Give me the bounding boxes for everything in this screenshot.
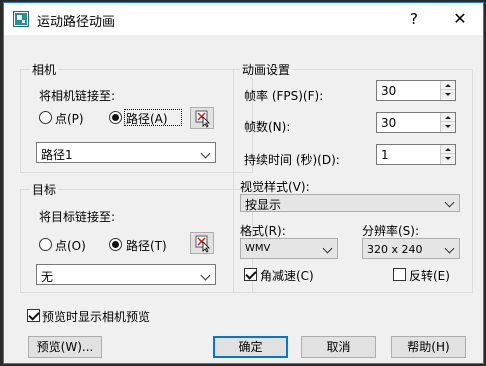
fps-value: 30 [381,84,397,98]
animation-settings-label: 动画设置 [240,61,293,78]
fps-stepper[interactable]: 30 [376,80,456,101]
camera-path-radio[interactable] [109,111,122,124]
camera-point-label[interactable]: 点(P) [55,110,84,127]
frames-value: 30 [381,116,397,130]
resolution-select[interactable]: 320 x 240 [362,238,460,259]
camera-link-label: 将相机链接至: [39,89,116,103]
pick-path-icon [195,110,210,128]
target-path-value: 无 [41,270,54,284]
format-label: 格式(R): [240,224,286,238]
preview-camera-label[interactable]: 预览时显示相机预览 [42,308,150,325]
dialog-window: 运动路径动画 ? ✕ 相机 将相机链接至: 点(P) 路径(A) 路径1 目标 … [3,2,484,364]
preview-button[interactable]: 预览(W)... [28,336,102,358]
chevron-down-icon [322,243,333,254]
duration-value: 1 [381,148,389,162]
chevron-down-icon [200,148,211,159]
close-icon[interactable]: ✕ [437,3,483,35]
target-link-label: 将目标链接至: [39,210,116,224]
frames-up-button[interactable] [441,113,455,122]
target-group-label: 目标 [30,181,59,198]
frames-down-button[interactable] [441,122,455,131]
help-icon[interactable]: ? [391,3,437,35]
pick-path-icon [195,235,210,253]
resolution-value: 320 x 240 [367,243,423,256]
window-title: 运动路径动画 [37,15,116,30]
target-point-label[interactable]: 点(O) [55,237,86,254]
visual-style-label: 视觉样式(V): [240,180,310,194]
resolution-label: 分辨率(S): [362,224,420,238]
camera-point-radio[interactable] [39,111,52,124]
format-select[interactable]: WMV [240,238,338,259]
chevron-down-icon [444,243,455,254]
camera-path-label[interactable]: 路径(A) [126,110,168,127]
fps-down-button[interactable] [441,90,455,99]
camera-pick-button[interactable] [190,107,214,129]
cancel-button[interactable]: 取消 [301,336,376,358]
camera-path-select[interactable]: 路径1 [36,142,216,163]
target-point-radio[interactable] [39,238,52,251]
fps-label: 帧率 (FPS)(F): [244,89,324,103]
help-button[interactable]: 帮助(H) [391,336,466,358]
frames-stepper[interactable]: 30 [376,112,456,133]
fps-up-button[interactable] [441,81,455,90]
duration-stepper[interactable]: 1 [376,144,456,165]
duration-down-button[interactable] [441,154,455,163]
visual-style-select[interactable]: 按显示 [240,194,460,212]
app-icon [13,11,29,27]
frames-label: 帧数(N): [244,120,291,134]
reverse-checkbox[interactable] [393,268,406,281]
format-value: WMV [245,243,271,254]
target-path-radio[interactable] [109,238,122,251]
title-bar[interactable]: 运动路径动画 ? ✕ [4,3,483,35]
target-pick-button[interactable] [190,232,214,254]
preview-camera-checkbox[interactable] [27,309,40,322]
corner-decel-label[interactable]: 角减速(C) [260,267,314,284]
camera-path-value: 路径1 [41,148,73,162]
duration-label: 持续时间 (秒)(D): [244,153,340,167]
visual-style-value: 按显示 [245,198,282,212]
duration-up-button[interactable] [441,145,455,154]
chevron-down-icon [444,197,455,208]
camera-group-label: 相机 [30,61,59,78]
target-path-label[interactable]: 路径(T) [126,237,167,254]
reverse-label[interactable]: 反转(E) [409,267,450,284]
target-path-select[interactable]: 无 [36,264,216,285]
ok-button[interactable]: 确定 [213,336,288,358]
corner-decel-checkbox[interactable] [244,268,257,281]
chevron-down-icon [200,270,211,281]
